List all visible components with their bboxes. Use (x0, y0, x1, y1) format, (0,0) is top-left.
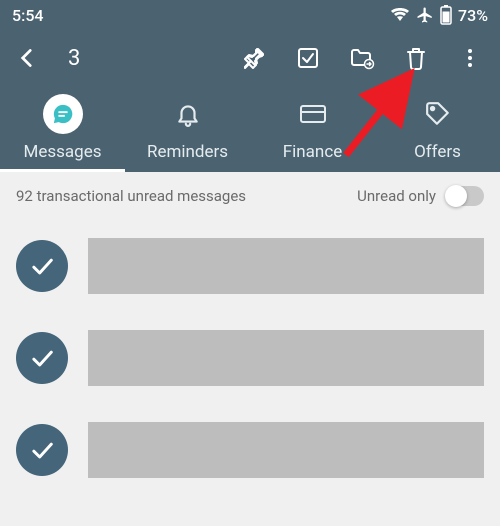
battery-text: 73% (458, 6, 488, 25)
selection-count: 3 (68, 46, 80, 71)
messages-icon (52, 103, 74, 125)
select-all-button[interactable] (284, 34, 332, 82)
message-list (0, 220, 500, 496)
more-vert-icon (458, 46, 482, 70)
delete-button[interactable] (392, 34, 440, 82)
airplane-icon (416, 6, 434, 24)
filter-bar: 92 transactional unread messages Unread … (0, 172, 500, 220)
tab-label: Reminders (147, 142, 228, 162)
selection-checkmark[interactable] (16, 424, 68, 476)
category-tabs: Messages Reminders Finance Offers (0, 86, 500, 172)
message-preview (88, 238, 484, 294)
folder-move-icon (349, 46, 375, 70)
list-item[interactable] (16, 404, 484, 496)
tab-label: Offers (414, 142, 461, 162)
tag-icon (425, 101, 451, 127)
tab-finance[interactable]: Finance (250, 92, 375, 172)
back-button[interactable] (6, 37, 48, 79)
unread-only-toggle[interactable] (446, 186, 484, 206)
bell-icon (175, 101, 201, 127)
move-folder-button[interactable] (338, 34, 386, 82)
list-item[interactable] (16, 312, 484, 404)
tab-reminders[interactable]: Reminders (125, 92, 250, 172)
trash-icon (404, 45, 428, 71)
selection-checkmark[interactable] (16, 332, 68, 384)
overflow-menu-button[interactable] (446, 34, 494, 82)
battery-icon (440, 5, 452, 25)
card-icon (299, 103, 327, 125)
pin-button[interactable] (230, 34, 278, 82)
check-icon (28, 252, 56, 280)
unread-summary: 92 transactional unread messages (16, 187, 246, 205)
selection-toolbar: 3 (0, 30, 500, 86)
list-item[interactable] (16, 220, 484, 312)
tab-messages[interactable]: Messages (0, 92, 125, 172)
tab-offers[interactable]: Offers (375, 92, 500, 172)
message-preview (88, 330, 484, 386)
status-right: 73% (390, 5, 488, 25)
wifi-icon (390, 7, 410, 23)
status-bar: 5:54 73% (0, 0, 500, 30)
pin-icon (242, 46, 266, 70)
toggle-label: Unread only (357, 187, 436, 205)
tab-label: Finance (283, 142, 342, 162)
check-icon (28, 344, 56, 372)
check-icon (28, 436, 56, 464)
tab-label: Messages (24, 142, 102, 162)
checkbox-icon (296, 46, 320, 70)
message-preview (88, 422, 484, 478)
status-time: 5:54 (12, 6, 44, 25)
selection-checkmark[interactable] (16, 240, 68, 292)
